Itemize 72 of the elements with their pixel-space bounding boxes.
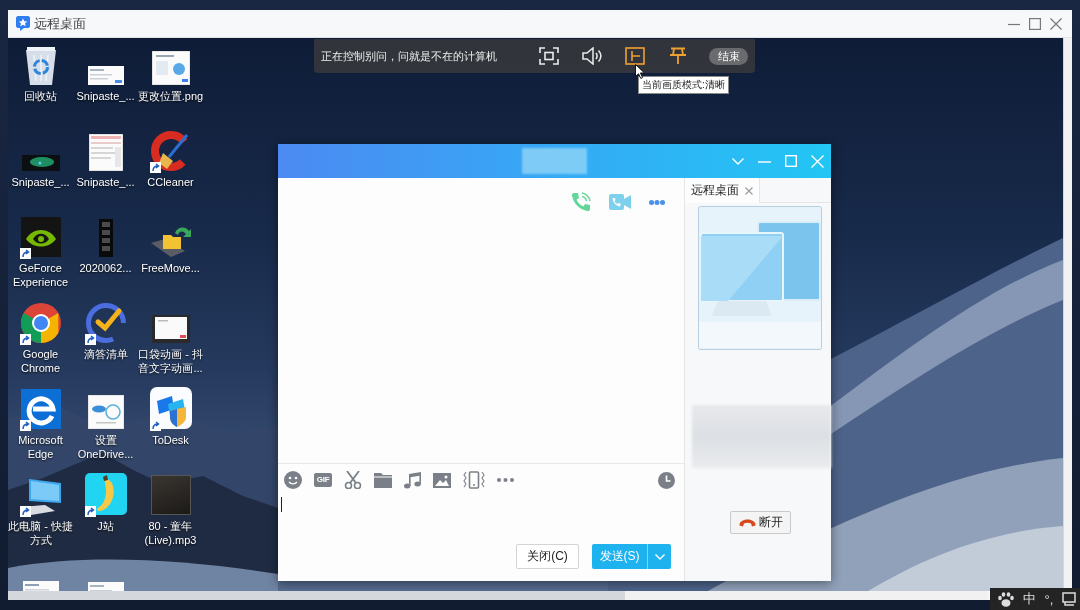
desktop-icon-label[interactable]: FreeMove... bbox=[137, 261, 204, 275]
paw-icon[interactable] bbox=[998, 591, 1014, 607]
banana-icon[interactable] bbox=[84, 473, 127, 515]
desktop-icon-label[interactable]: 此电脑 - 快捷方式 bbox=[8, 519, 74, 547]
speaker-icon[interactable] bbox=[582, 47, 602, 65]
eye-logo-icon[interactable] bbox=[20, 217, 61, 257]
desktop-icon-label[interactable]: Snipaste_... bbox=[8, 175, 74, 189]
clock-icon[interactable] bbox=[658, 471, 675, 489]
desktop-icon-label[interactable]: 滴答清单 bbox=[72, 347, 139, 361]
desktop-icon-label[interactable]: 2020062... bbox=[72, 261, 139, 275]
e-logo-icon[interactable] bbox=[20, 389, 61, 429]
desktop-icon-label[interactable]: Google Chrome bbox=[8, 347, 74, 375]
desktop-icon-label[interactable]: 口袋动画 - 抖音文字动画... bbox=[137, 347, 204, 375]
horizontal-scrollbar[interactable] bbox=[8, 591, 988, 600]
more-icon[interactable] bbox=[497, 478, 514, 482]
desktop-icon-label[interactable]: 回收站 bbox=[8, 89, 74, 103]
desktop-icon-label[interactable]: 更改位置.png bbox=[137, 89, 204, 103]
quality-icon[interactable] bbox=[625, 47, 645, 65]
desktop-icon-label[interactable]: 设置 OneDrive... bbox=[72, 433, 139, 461]
connection-status-text: 正在控制别问，问就是不在的计算机 bbox=[321, 48, 497, 64]
video-thumbnail-icon[interactable] bbox=[98, 219, 113, 257]
chevron-down-icon[interactable] bbox=[732, 157, 744, 165]
end-session-button[interactable]: 结束 bbox=[709, 47, 748, 65]
desktop-icon-label[interactable]: J站 bbox=[72, 519, 139, 533]
dark-screenshot-thumbnail-icon[interactable] bbox=[21, 155, 60, 171]
document-thumbnail-icon[interactable] bbox=[151, 315, 190, 343]
maximize-icon[interactable] bbox=[1029, 17, 1041, 30]
folder-arrow-icon[interactable] bbox=[150, 225, 191, 257]
desktop-icon-label[interactable]: 80 - 童年 (Live).mp3 bbox=[137, 519, 204, 547]
app-logo-icon bbox=[16, 16, 30, 31]
close-icon[interactable] bbox=[1050, 17, 1062, 30]
pin-icon[interactable] bbox=[668, 47, 688, 65]
screen-icon[interactable] bbox=[1061, 591, 1076, 607]
close-button[interactable]: 关闭(C) bbox=[516, 544, 579, 569]
shaking-phone-icon[interactable] bbox=[463, 471, 485, 489]
scissors-icon[interactable] bbox=[344, 471, 362, 489]
music-note-icon[interactable] bbox=[404, 471, 421, 489]
screenshot-thumbnail-icon[interactable] bbox=[151, 51, 190, 85]
ime-punctuation-text[interactable]: °, bbox=[1044, 591, 1054, 607]
desktop-icon-label[interactable]: Microsoft Edge bbox=[8, 433, 74, 461]
quality-tooltip: 当前画质模式:清晰 bbox=[638, 76, 729, 94]
fullscreen-icon[interactable] bbox=[539, 47, 559, 65]
side-panel-tab[interactable]: 远程桌面 bbox=[685, 178, 760, 203]
smiley-icon[interactable] bbox=[284, 471, 302, 489]
desktop-icon-label[interactable]: Snipaste_... bbox=[72, 89, 139, 103]
gif-button[interactable]: GIF bbox=[314, 473, 332, 487]
desktop-icon-label[interactable]: GeForce Experience bbox=[8, 261, 74, 289]
desktop-icon-label[interactable]: CCleaner bbox=[137, 175, 204, 189]
tiles-shield-icon[interactable] bbox=[149, 387, 192, 429]
hang-up-icon bbox=[738, 518, 756, 527]
c-broom-logo-icon[interactable] bbox=[150, 131, 191, 171]
mouse-pointer-icon bbox=[635, 64, 645, 79]
blurred-name bbox=[522, 148, 587, 174]
recycle-bin-icon[interactable] bbox=[25, 47, 56, 85]
text-caret bbox=[281, 497, 282, 512]
image-icon[interactable] bbox=[433, 472, 451, 488]
check-ring-icon[interactable] bbox=[85, 303, 126, 343]
desktop-icon-label[interactable]: Snipaste_... bbox=[72, 175, 139, 189]
disconnect-button[interactable]: 断开 bbox=[730, 511, 791, 534]
more-icon[interactable] bbox=[649, 199, 665, 205]
browser-logo-icon[interactable] bbox=[20, 303, 61, 343]
screenshot-thumbnail-icon[interactable] bbox=[88, 134, 123, 171]
tab-close-icon[interactable] bbox=[745, 186, 753, 195]
window-title: 远程桌面 bbox=[34, 14, 86, 33]
vertical-scrollbar[interactable] bbox=[1063, 38, 1072, 591]
album-photo-placeholder[interactable] bbox=[150, 475, 191, 515]
screenshot-thumbnail-icon[interactable] bbox=[87, 66, 124, 85]
folder-icon[interactable] bbox=[374, 472, 392, 488]
chevron-down-icon bbox=[654, 553, 665, 560]
desktop-icon-label[interactable]: ToDesk bbox=[137, 433, 204, 447]
ime-mode-text[interactable]: 中 bbox=[1022, 590, 1036, 608]
cloud-screenshot-thumbnail-icon[interactable] bbox=[87, 395, 124, 429]
